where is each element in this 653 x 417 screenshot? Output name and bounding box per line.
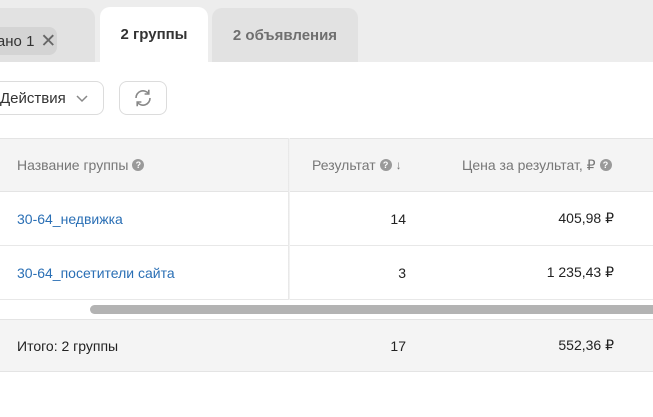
tab-ads-label: 2 объявления [232,26,338,44]
chevron-down-icon [76,95,88,103]
horizontal-scrollbar[interactable] [0,300,653,320]
selected-chip-label: брано 1 [0,32,35,50]
help-icon[interactable]: ? [132,159,145,171]
price-cell: 1 235,43 ₽ [546,264,614,280]
column-header-result[interactable]: Результат ? ↓ [312,139,402,191]
refresh-icon [135,89,151,107]
help-icon[interactable]: ? [599,159,612,171]
close-icon[interactable]: ✕ [40,32,56,51]
tab-groups-label: 2 группы [120,26,188,43]
price-cell: 405,98 ₽ [558,210,614,226]
total-row: Итого: 2 группы 17 552,36 ₽ [0,319,653,372]
refresh-button[interactable] [119,81,167,115]
actions-label: Действия [0,89,66,107]
group-name-link[interactable]: 30-64_недвижка [17,192,123,245]
table-row[interactable]: 30-64_посетители сайта 3 1 235,43 ₽ [0,246,653,300]
sort-down-icon[interactable]: ↓ [396,158,402,172]
tab-selected[interactable]: брано 1 ✕ [0,8,95,62]
column-header-name[interactable]: Название группы ? [17,139,145,191]
result-cell: 14 [390,210,406,227]
result-cell: 3 [398,264,406,281]
selected-chip[interactable]: брано 1 ✕ [0,27,57,55]
sticky-column-divider [288,138,290,300]
tab-strip: брано 1 ✕ 2 группы 2 объявления [0,0,653,62]
column-header-price[interactable]: Цена за результат, ₽ ? [462,139,612,191]
column-header-price-label: Цена за результат, ₽ [462,156,596,173]
table-header: Название группы ? Результат ? ↓ Цена за … [0,138,653,192]
total-label: Итого: 2 группы [17,337,119,354]
column-header-result-label: Результат [312,157,376,173]
actions-dropdown[interactable]: Действия [0,81,104,115]
help-icon[interactable]: ? [379,159,392,171]
total-result: 17 [390,337,406,354]
table-row[interactable]: 30-64_недвижка 14 405,98 ₽ [0,192,653,246]
column-header-name-label: Название группы [17,157,129,173]
tab-ads[interactable]: 2 объявления [212,8,358,62]
tab-groups[interactable]: 2 группы [100,7,208,62]
total-price: 552,36 ₽ [558,337,614,353]
scrollbar-thumb[interactable] [90,305,653,314]
group-name-link[interactable]: 30-64_посетители сайта [17,246,175,299]
